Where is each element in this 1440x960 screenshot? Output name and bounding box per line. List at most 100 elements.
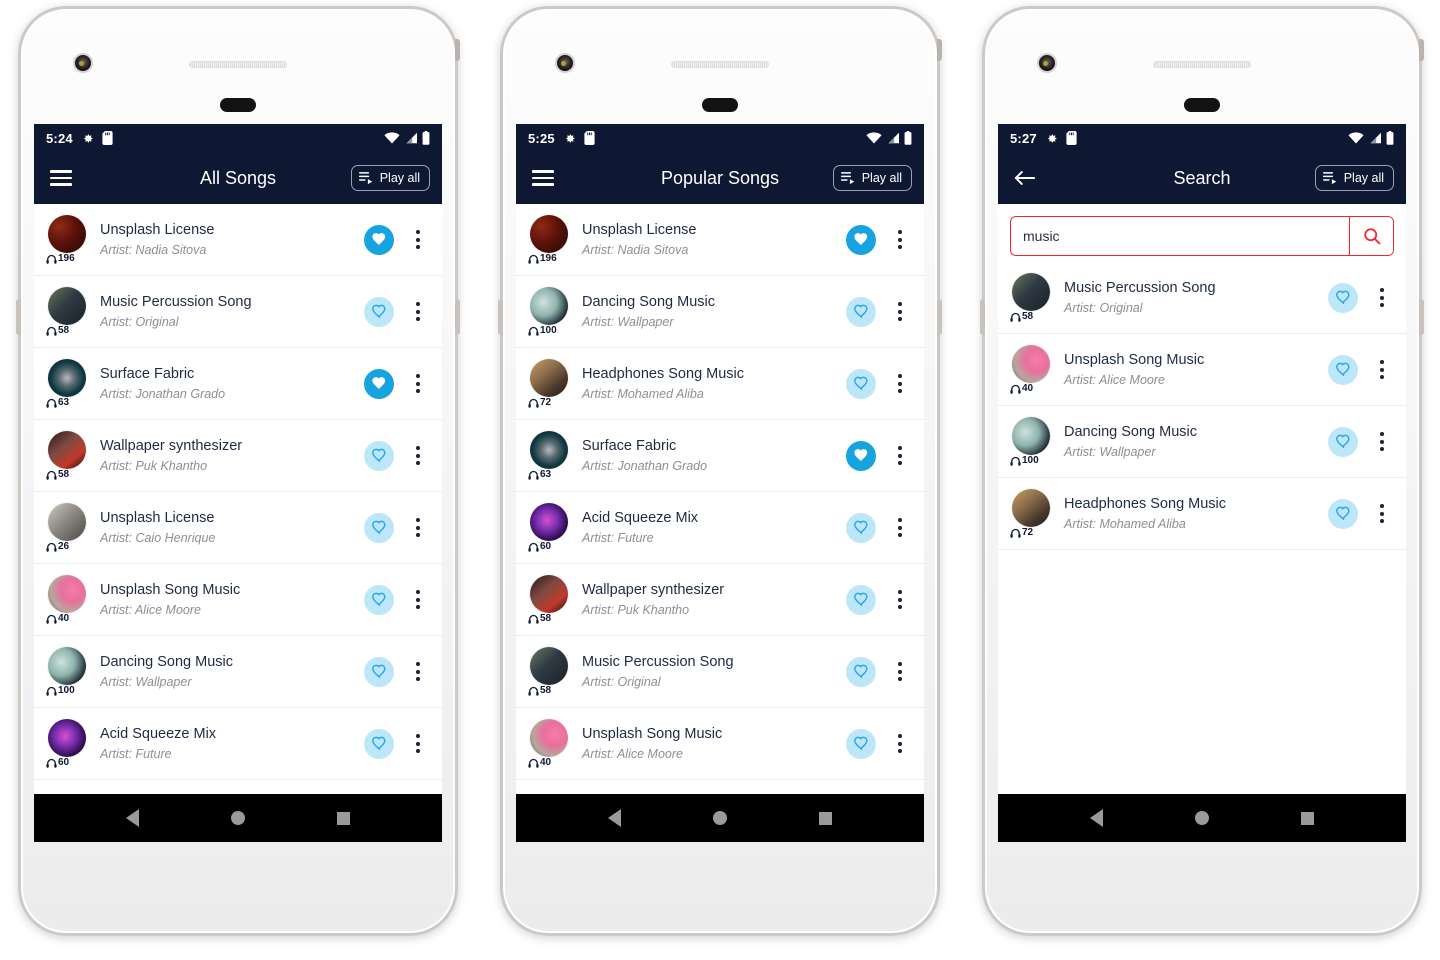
artist-name: Nadia Sitova xyxy=(617,242,689,257)
favorite-button[interactable] xyxy=(364,512,394,543)
song-list-item[interactable]: 26 Unsplash License Artist: Caio Henriqu… xyxy=(34,492,442,564)
power-button[interactable] xyxy=(937,39,942,61)
heart-icon xyxy=(371,447,388,464)
album-art-container: 58 xyxy=(528,646,574,697)
song-list-item[interactable]: 72 Headphones Song Music Artist: Mohamed… xyxy=(998,478,1406,550)
song-artist: Artist: Wallpaper xyxy=(1064,445,1328,460)
song-list-item[interactable]: 63 Surface Fabric Artist: Jonathan Grado xyxy=(516,420,924,492)
favorite-button[interactable] xyxy=(364,584,394,615)
play-count-value: 58 xyxy=(58,469,70,480)
nav-back-triangle-icon[interactable] xyxy=(126,809,139,827)
song-list-item[interactable]: 58 Wallpaper synthesizer Artist: Puk Kha… xyxy=(34,420,442,492)
more-options-button[interactable] xyxy=(408,590,428,609)
more-options-button[interactable] xyxy=(890,374,910,393)
artist-label: Artist: xyxy=(582,314,614,329)
more-options-button[interactable] xyxy=(890,230,910,249)
nav-back-triangle-icon[interactable] xyxy=(608,809,621,827)
favorite-button[interactable] xyxy=(364,728,394,759)
more-options-button[interactable] xyxy=(890,734,910,753)
play-all-button[interactable]: Play all xyxy=(832,165,912,191)
more-options-button[interactable] xyxy=(890,518,910,537)
heart-icon xyxy=(853,231,870,248)
song-list-item[interactable]: 100 Dancing Song Music Artist: Wallpaper xyxy=(998,406,1406,478)
more-vertical-icon xyxy=(898,734,902,738)
heart-icon xyxy=(1335,289,1352,306)
song-title: Dancing Song Music xyxy=(100,654,233,671)
song-list-item[interactable]: 196 Unsplash License Artist: Nadia Sitov… xyxy=(34,204,442,276)
song-list-item[interactable]: 63 Surface Fabric Artist: Jonathan Grado xyxy=(34,348,442,420)
favorite-button[interactable] xyxy=(1328,354,1358,385)
favorite-button[interactable] xyxy=(846,224,876,255)
song-list-item[interactable]: 40 Unsplash Song Music Artist: Alice Moo… xyxy=(34,564,442,636)
favorite-button[interactable] xyxy=(1328,282,1358,313)
song-list-item[interactable]: 60 Acid Squeeze Mix Artist: Future xyxy=(34,708,442,780)
song-list-item[interactable]: 100 Dancing Song Music Artist: Wallpaper xyxy=(34,636,442,708)
favorite-button[interactable] xyxy=(1328,426,1358,457)
album-art-container: 58 xyxy=(46,286,92,337)
more-options-button[interactable] xyxy=(890,302,910,321)
favorite-button[interactable] xyxy=(846,440,876,471)
heart-icon xyxy=(853,447,870,464)
more-options-button[interactable] xyxy=(1372,504,1392,523)
favorite-button[interactable] xyxy=(846,512,876,543)
headphones-icon xyxy=(528,254,539,265)
song-list-item[interactable]: 40 Unsplash Song Music Artist: Alice Moo… xyxy=(998,334,1406,406)
song-list-item[interactable]: 58 Music Percussion Song Artist: Origina… xyxy=(34,276,442,348)
more-options-button[interactable] xyxy=(1372,288,1392,307)
back-button[interactable] xyxy=(1010,163,1040,193)
song-list-item[interactable]: 58 Music Percussion Song Artist: Origina… xyxy=(516,636,924,708)
nav-back-triangle-icon[interactable] xyxy=(1090,809,1103,827)
song-list-item[interactable]: 40 Unsplash Song Music Artist: Alice Moo… xyxy=(516,708,924,780)
more-options-button[interactable] xyxy=(890,590,910,609)
more-options-button[interactable] xyxy=(1372,432,1392,451)
more-options-button[interactable] xyxy=(408,302,428,321)
nav-recents-square-icon[interactable] xyxy=(337,811,350,825)
nav-recents-square-icon[interactable] xyxy=(819,811,832,825)
favorite-button[interactable] xyxy=(846,296,876,327)
signal-icon xyxy=(404,132,418,144)
favorite-button[interactable] xyxy=(364,224,394,255)
favorite-button[interactable] xyxy=(1328,498,1358,529)
headphones-icon xyxy=(1010,312,1021,323)
status-time: 5:25 xyxy=(528,130,555,146)
favorite-button[interactable] xyxy=(364,440,394,471)
more-options-button[interactable] xyxy=(408,734,428,753)
song-list-item[interactable]: 100 Dancing Song Music Artist: Wallpaper xyxy=(516,276,924,348)
nav-home-circle-icon[interactable] xyxy=(1195,811,1209,825)
power-button[interactable] xyxy=(1419,39,1424,61)
power-button[interactable] xyxy=(455,39,460,61)
favorite-button[interactable] xyxy=(364,656,394,687)
heart-icon xyxy=(371,591,388,608)
favorite-button[interactable] xyxy=(364,368,394,399)
favorite-button[interactable] xyxy=(364,296,394,327)
more-options-button[interactable] xyxy=(890,446,910,465)
favorite-button[interactable] xyxy=(846,728,876,759)
play-all-button[interactable]: Play all xyxy=(350,165,430,191)
nav-recents-square-icon[interactable] xyxy=(1301,811,1314,825)
artist-label: Artist: xyxy=(1064,516,1096,531)
song-list-item[interactable]: 58 Wallpaper synthesizer Artist: Puk Kha… xyxy=(516,564,924,636)
more-options-button[interactable] xyxy=(408,374,428,393)
more-options-button[interactable] xyxy=(408,518,428,537)
song-list-item[interactable]: 60 Acid Squeeze Mix Artist: Future xyxy=(516,492,924,564)
song-list-item[interactable]: 196 Unsplash License Artist: Nadia Sitov… xyxy=(516,204,924,276)
song-list-item[interactable]: 72 Headphones Song Music Artist: Mohamed… xyxy=(516,348,924,420)
more-options-button[interactable] xyxy=(408,230,428,249)
more-options-button[interactable] xyxy=(408,662,428,681)
nav-home-circle-icon[interactable] xyxy=(713,811,727,825)
menu-button[interactable] xyxy=(46,163,76,193)
favorite-button[interactable] xyxy=(846,368,876,399)
nav-home-circle-icon[interactable] xyxy=(231,811,245,825)
favorite-button[interactable] xyxy=(846,656,876,687)
more-options-button[interactable] xyxy=(408,446,428,465)
song-list-item[interactable]: 58 Music Percussion Song Artist: Origina… xyxy=(998,262,1406,334)
more-options-button[interactable] xyxy=(1372,360,1392,379)
search-box[interactable] xyxy=(1010,216,1394,256)
search-submit-button[interactable] xyxy=(1349,217,1393,255)
more-options-button[interactable] xyxy=(890,662,910,681)
favorite-button[interactable] xyxy=(846,584,876,615)
play-all-button[interactable]: Play all xyxy=(1314,165,1394,191)
search-input[interactable] xyxy=(1011,217,1349,255)
menu-button[interactable] xyxy=(528,163,558,193)
album-art-container: 100 xyxy=(46,646,92,697)
